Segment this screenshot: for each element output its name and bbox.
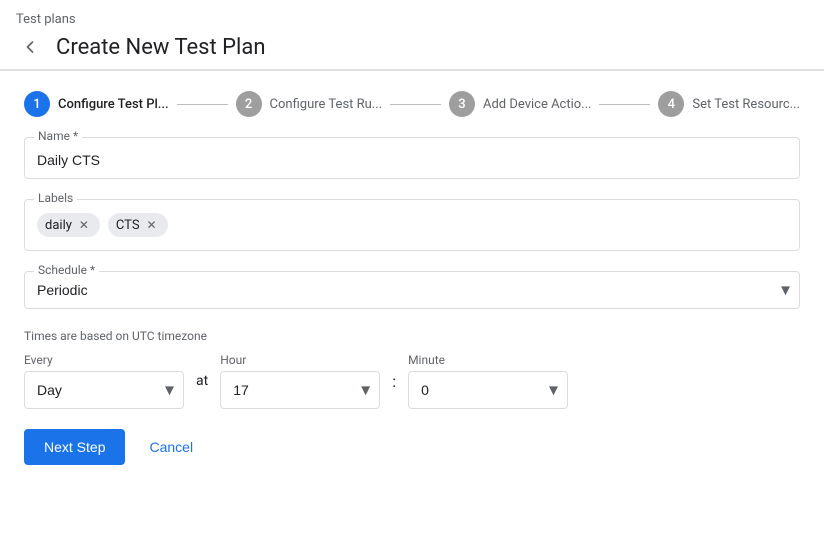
name-label: Name * (34, 129, 82, 143)
every-select[interactable]: Day Hour Week (24, 371, 184, 409)
actions-bar: Next Step Cancel (0, 413, 824, 481)
step-3-circle: 3 (449, 91, 475, 117)
form-area: Name * Labels daily ✕ CTS ✕ Schedule * P… (0, 137, 824, 409)
tag-cts: CTS ✕ (108, 213, 168, 237)
connector-2-3 (390, 104, 441, 105)
step-3: 3 Add Device Actio... (449, 91, 592, 117)
schedule-row: Every Day Hour Week ▾ at Hour 0123 4567 … (24, 353, 800, 409)
top-bar: Test plans Create New Test Plan (0, 0, 824, 70)
step-4-circle: 4 (658, 91, 684, 117)
tag-cts-remove[interactable]: ✕ (144, 217, 160, 233)
tag-daily: daily ✕ (37, 213, 100, 237)
step-2: 2 Configure Test Ru... (236, 91, 383, 117)
tag-cts-text: CTS (116, 218, 140, 233)
minute-label: Minute (408, 353, 568, 367)
schedule-select[interactable]: Periodic Once Disabled (24, 271, 800, 309)
labels-field-group: Labels daily ✕ CTS ✕ (24, 199, 800, 251)
schedule-label: Schedule * (34, 263, 99, 277)
schedule-select-wrapper: Periodic Once Disabled ▾ (24, 271, 800, 309)
schedule-field-group: Schedule * Periodic Once Disabled ▾ (24, 271, 800, 309)
step-4-label: Set Test Resourc... (692, 97, 800, 112)
step-1-circle: 1 (24, 91, 50, 117)
minute-field-col: Minute 051015 20253035 40455055 ▾ (408, 353, 568, 409)
every-label: Every (24, 353, 184, 367)
at-label: at (196, 373, 208, 389)
labels-input[interactable]: daily ✕ CTS ✕ (24, 199, 800, 251)
connector-1-2 (177, 104, 228, 105)
step-1-label: Configure Test Pl... (58, 97, 169, 112)
step-2-circle: 2 (236, 91, 262, 117)
step-3-label: Add Device Actio... (483, 97, 592, 112)
hour-label: Hour (220, 353, 380, 367)
tag-daily-text: daily (45, 218, 72, 233)
every-select-wrapper: Day Hour Week ▾ (24, 371, 184, 409)
name-input[interactable] (24, 137, 800, 179)
cancel-button[interactable]: Cancel (141, 429, 201, 465)
hour-select-wrapper: 0123 4567 891011 12131415 16171819 20212… (220, 371, 380, 409)
stepper: 1 Configure Test Pl... 2 Configure Test … (0, 71, 824, 137)
timezone-note: Times are based on UTC timezone (24, 329, 800, 343)
tag-daily-remove[interactable]: ✕ (76, 217, 92, 233)
hour-select[interactable]: 0123 4567 891011 12131415 16171819 20212… (220, 371, 380, 409)
page-title: Create New Test Plan (56, 35, 266, 60)
name-field-group: Name * (24, 137, 800, 179)
step-1: 1 Configure Test Pl... (24, 91, 169, 117)
minute-select-wrapper: 051015 20253035 40455055 ▾ (408, 371, 568, 409)
step-2-label: Configure Test Ru... (270, 97, 383, 112)
every-field-col: Every Day Hour Week ▾ (24, 353, 184, 409)
back-button[interactable] (16, 33, 44, 61)
minute-select[interactable]: 051015 20253035 40455055 (408, 371, 568, 409)
hour-field-col: Hour 0123 4567 891011 12131415 16171819 … (220, 353, 380, 409)
colon-separator: : (392, 372, 396, 391)
next-step-button[interactable]: Next Step (24, 429, 125, 465)
labels-label: Labels (34, 191, 77, 205)
breadcrumb: Test plans (16, 12, 808, 27)
step-4: 4 Set Test Resourc... (658, 91, 800, 117)
connector-3-4 (599, 104, 650, 105)
